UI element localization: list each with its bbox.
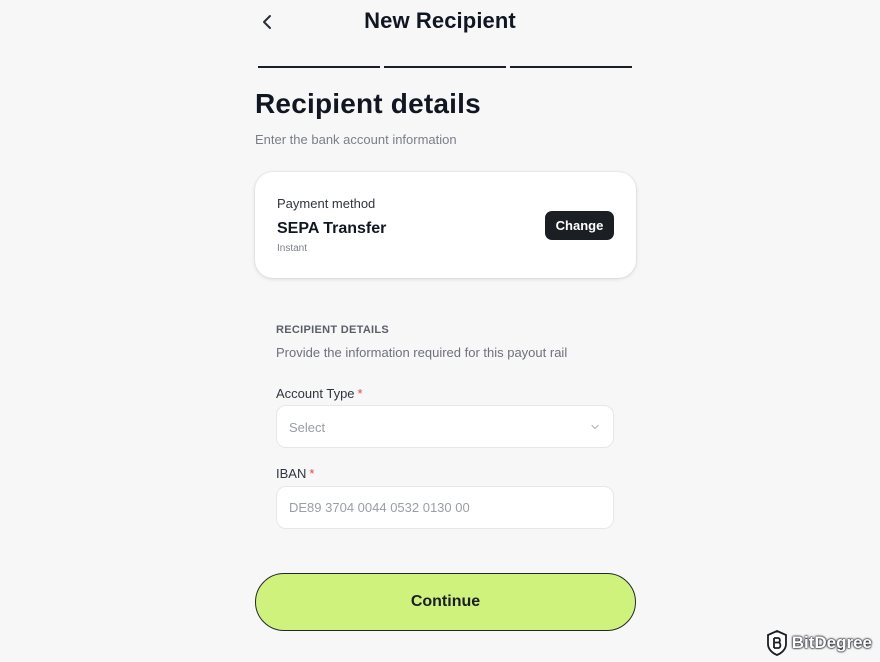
payment-method-name: SEPA Transfer bbox=[277, 220, 387, 237]
iban-label: IBAN * bbox=[276, 466, 314, 481]
recipient-details-description: Provide the information required for thi… bbox=[276, 345, 568, 360]
account-type-label: Account Type * bbox=[276, 386, 363, 401]
section-subtitle: Enter the bank account information bbox=[255, 132, 457, 147]
account-type-label-text: Account Type bbox=[276, 386, 355, 401]
bitdegree-logo-icon bbox=[766, 630, 787, 656]
step-1 bbox=[258, 66, 380, 68]
iban-label-text: IBAN bbox=[276, 466, 307, 481]
payment-method-card: Payment method SEPA Transfer Instant Cha… bbox=[255, 172, 636, 278]
payment-method-speed: Instant bbox=[277, 243, 308, 254]
required-mark: * bbox=[357, 386, 363, 401]
continue-button[interactable]: Continue bbox=[255, 573, 636, 631]
account-type-select[interactable]: Select bbox=[276, 405, 614, 448]
step-2 bbox=[384, 66, 506, 68]
step-progress bbox=[258, 66, 632, 68]
chevron-down-icon bbox=[591, 424, 599, 430]
header: New Recipient bbox=[0, 0, 880, 48]
watermark: BitDegree bbox=[766, 630, 872, 656]
iban-input[interactable] bbox=[276, 486, 614, 529]
payment-method-label: Payment method bbox=[277, 196, 376, 211]
step-3 bbox=[510, 66, 632, 68]
change-button[interactable]: Change bbox=[545, 211, 614, 240]
watermark-text: BitDegree bbox=[791, 633, 872, 652]
recipient-details-heading: RECIPIENT DETAILS bbox=[276, 324, 390, 336]
page-title: New Recipient bbox=[364, 8, 516, 33]
section-title: Recipient details bbox=[255, 88, 481, 119]
account-type-value: Select bbox=[289, 420, 326, 435]
required-mark: * bbox=[309, 466, 315, 481]
